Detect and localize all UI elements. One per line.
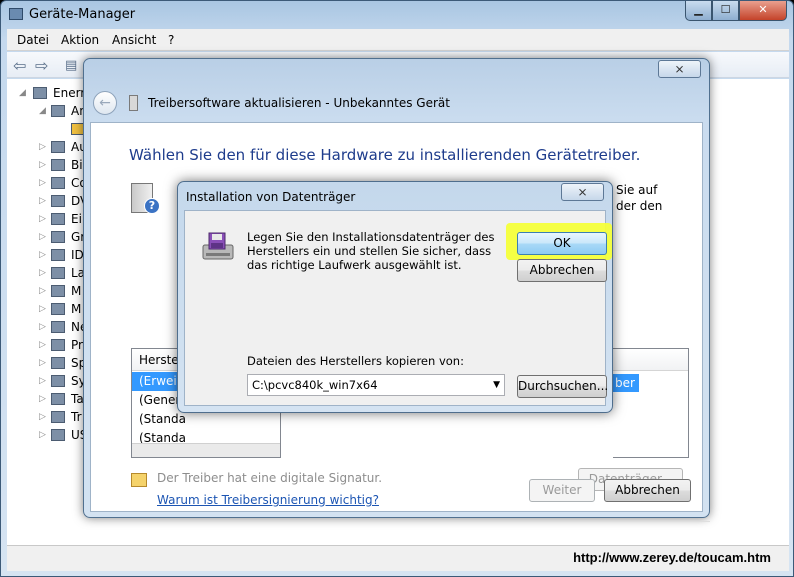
properties-icon[interactable]: ▤ — [65, 58, 77, 73]
install-from-disk-dialog: Installation von Datenträger ⨯ Legen Sie… — [177, 181, 613, 413]
chevron-down-icon[interactable]: ▼ — [493, 375, 500, 395]
expand-icon[interactable]: ▷ — [39, 174, 46, 192]
expand-icon[interactable]: ▷ — [39, 282, 46, 300]
close-button[interactable]: ✕ — [739, 1, 787, 21]
window-title: Geräte-Manager — [29, 7, 136, 22]
storage-icon — [51, 357, 65, 369]
list-item[interactable]: ber — [613, 374, 639, 392]
computer-icon — [33, 87, 47, 99]
usb-icon — [51, 429, 65, 441]
minimize-button[interactable]: ▁ — [685, 1, 712, 21]
browse-button[interactable]: Durchsuchen... — [517, 375, 608, 398]
expand-icon[interactable]: ▷ — [39, 372, 46, 390]
horizontal-scrollbar[interactable] — [132, 443, 280, 457]
status-url: http://www.zerey.de/toucam.htm — [573, 550, 771, 565]
wizard-header: ← Treibersoftware aktualisieren - Unbeka… — [90, 85, 703, 121]
drive-icon — [51, 267, 65, 279]
expand-icon[interactable]: ▷ — [39, 228, 46, 246]
keyboard-icon — [51, 393, 65, 405]
expand-icon[interactable]: ▷ — [39, 246, 46, 264]
wizard-cancel-button[interactable]: Abbrechen — [604, 479, 691, 502]
expand-icon[interactable]: ▷ — [39, 408, 46, 426]
floppy-disk-icon — [202, 232, 234, 260]
dialog-title: Installation von Datenträger — [186, 190, 356, 204]
wizard-close-button[interactable]: ⨯ — [658, 60, 701, 78]
ide-controller-icon — [51, 249, 65, 261]
display-adapter-icon — [51, 231, 65, 243]
input-device-icon — [51, 213, 65, 225]
menu-bar: Datei Aktion Ansicht ? — [7, 29, 789, 51]
unknown-device-icon — [51, 105, 65, 117]
next-button[interactable]: Weiter — [529, 479, 595, 502]
expand-icon[interactable]: ▷ — [39, 264, 46, 282]
signature-help-link[interactable]: Warum ist Treibersignierung wichtig? — [157, 493, 379, 507]
expand-icon[interactable]: ▷ — [39, 318, 46, 336]
dialog-close-button[interactable]: ⨯ — [561, 183, 604, 201]
maximize-button[interactable]: ☐ — [712, 1, 739, 21]
expand-icon[interactable]: ▷ — [39, 426, 46, 444]
device-manager-icon — [9, 8, 23, 20]
menu-help[interactable]: ? — [168, 33, 174, 47]
cancel-button[interactable]: Abbrechen — [517, 259, 607, 282]
expand-icon[interactable]: ▷ — [39, 138, 46, 156]
expand-icon[interactable]: ▷ — [39, 156, 46, 174]
dvd-drive-icon — [51, 195, 65, 207]
path-combobox[interactable]: C:\pcvc840k_win7x64 ▼ — [247, 374, 505, 396]
wizard-heading: Wählen Sie den für diese Hardware zu ins… — [129, 146, 641, 164]
divider — [97, 521, 710, 522]
monitor-icon — [51, 303, 65, 315]
processor-icon — [51, 339, 65, 351]
menu-aktion[interactable]: Aktion — [61, 33, 99, 47]
expand-icon[interactable]: ▷ — [39, 390, 46, 408]
collapse-icon[interactable]: ◢ — [39, 102, 46, 120]
system-device-icon — [51, 375, 65, 387]
wizard-title: Treibersoftware aktualisieren - Unbekann… — [148, 96, 450, 110]
collapse-icon[interactable]: ◢ — [19, 84, 26, 102]
expand-icon[interactable]: ▷ — [39, 300, 46, 318]
expand-icon[interactable]: ▷ — [39, 336, 46, 354]
forward-arrow-icon[interactable]: ⇨ — [35, 56, 48, 75]
model-column-header[interactable] — [613, 349, 688, 371]
menu-ansicht[interactable]: Ansicht — [112, 33, 156, 47]
camera-icon — [51, 159, 65, 171]
copy-from-label: Dateien des Herstellers kopieren von: — [247, 354, 464, 368]
dialog-body: Legen Sie den Installationsdatenträger d… — [184, 210, 612, 406]
help-badge-icon: ? — [144, 198, 160, 214]
model-list[interactable]: ber — [613, 348, 689, 458]
computer-icon — [51, 177, 65, 189]
mouse-icon — [51, 285, 65, 297]
expand-icon[interactable]: ▷ — [39, 210, 46, 228]
dialog-message: Legen Sie den Installationsdatenträger d… — [247, 230, 495, 272]
back-arrow-icon[interactable]: ⇦ — [13, 56, 26, 75]
expand-icon[interactable]: ▷ — [39, 192, 46, 210]
instruction-text: der den — [616, 199, 663, 213]
sound-device-icon — [51, 411, 65, 423]
menu-datei[interactable]: Datei — [17, 33, 49, 47]
network-icon — [51, 321, 65, 333]
status-bar: http://www.zerey.de/toucam.htm — [7, 545, 789, 571]
certificate-icon — [131, 473, 147, 487]
instruction-text: Sie auf — [616, 183, 658, 197]
path-value: C:\pcvc840k_win7x64 — [252, 378, 378, 392]
ok-button[interactable]: OK — [517, 232, 607, 255]
back-arrow-icon[interactable]: ← — [93, 91, 117, 115]
signature-status: Der Treiber hat eine digitale Signatur. — [157, 471, 383, 485]
device-icon — [129, 95, 138, 111]
expand-icon[interactable]: ▷ — [39, 354, 46, 372]
speaker-icon — [51, 141, 65, 153]
